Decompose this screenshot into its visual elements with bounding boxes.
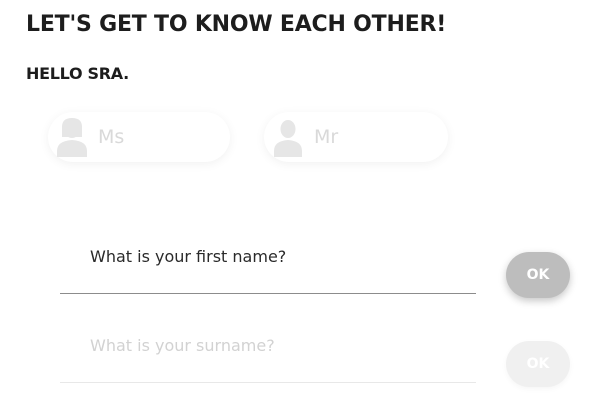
gender-option-ms[interactable]: Ms <box>48 112 230 162</box>
first-name-underline <box>60 293 476 294</box>
first-name-field <box>60 236 476 294</box>
gender-label-ms: Ms <box>98 126 125 148</box>
page-title: LET'S GET TO KNOW EACH OTHER! <box>26 12 447 37</box>
surname-input[interactable] <box>60 325 476 365</box>
surname-underline <box>60 382 476 383</box>
greeting-text: HELLO SRA. <box>26 64 129 83</box>
gender-label-mr: Mr <box>314 126 339 148</box>
female-person-icon <box>57 118 87 157</box>
first-name-ok-button[interactable]: OK <box>506 252 570 298</box>
male-person-icon <box>274 120 302 157</box>
surname-field <box>60 325 476 383</box>
surname-ok-button[interactable]: OK <box>506 341 570 387</box>
gender-option-mr[interactable]: Mr <box>264 112 448 162</box>
first-name-input[interactable] <box>60 236 476 276</box>
